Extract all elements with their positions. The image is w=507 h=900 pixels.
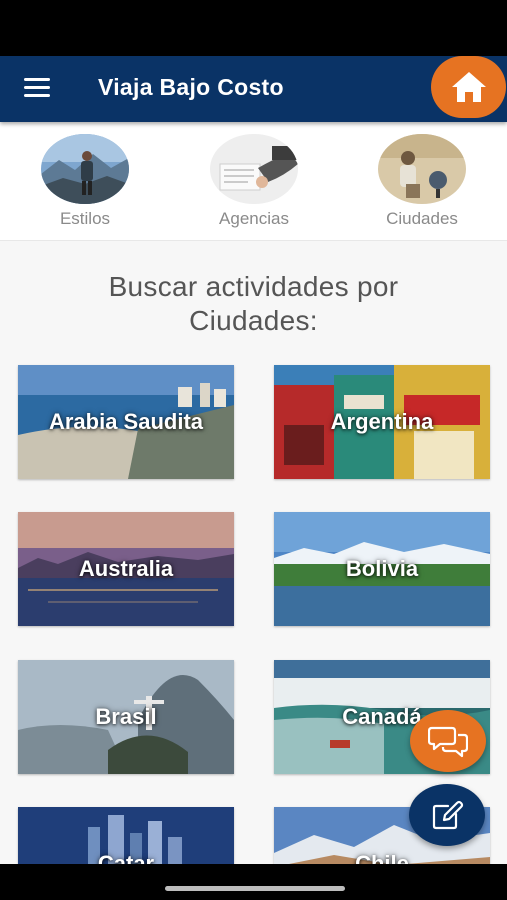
city-name: Bolivia bbox=[345, 556, 419, 581]
edit-button[interactable] bbox=[409, 784, 485, 846]
home-gesture-handle[interactable] bbox=[165, 886, 345, 891]
city-tile-argentina[interactable]: Argentina bbox=[274, 365, 490, 479]
city-name: Argentina bbox=[330, 409, 434, 434]
edit-icon bbox=[432, 800, 464, 830]
estilos-avatar bbox=[41, 134, 129, 204]
home-button[interactable] bbox=[431, 56, 506, 118]
city-name: Catar bbox=[97, 851, 155, 864]
category-label: Agencias bbox=[219, 209, 289, 228]
city-tile-australia[interactable]: Australia bbox=[18, 512, 234, 626]
city-tile-arabia-saudita[interactable]: Arabia Saudita bbox=[18, 365, 234, 479]
chat-button[interactable] bbox=[410, 710, 486, 772]
app-bar: Viaja Bajo Costo bbox=[0, 56, 507, 122]
city-name: Australia bbox=[78, 556, 174, 581]
city-tile-catar[interactable]: Catar bbox=[18, 807, 234, 864]
category-label: Estilos bbox=[59, 209, 111, 228]
section-title-line: Buscar actividades por bbox=[108, 271, 399, 302]
section-title: Buscar actividades por Ciudades: bbox=[0, 270, 507, 338]
ciudades-avatar bbox=[378, 134, 466, 204]
menu-icon-line bbox=[24, 78, 50, 81]
chat-icon bbox=[428, 726, 468, 758]
city-tile-brasil[interactable]: Brasil bbox=[18, 660, 234, 774]
menu-icon-line bbox=[24, 94, 50, 97]
city-name: Arabia Saudita bbox=[48, 409, 204, 434]
section-title-line: Ciudades: bbox=[189, 305, 318, 336]
status-bar bbox=[0, 0, 507, 56]
app-title: Viaja Bajo Costo bbox=[98, 74, 284, 100]
category-ciudades[interactable]: Ciudades bbox=[367, 134, 477, 229]
home-icon bbox=[451, 72, 486, 102]
menu-icon-line bbox=[24, 86, 50, 89]
category-agencias[interactable]: Agencias bbox=[199, 134, 309, 229]
system-nav-bar bbox=[0, 864, 507, 900]
agencias-avatar bbox=[210, 134, 298, 204]
city-name: Brasil bbox=[95, 704, 157, 729]
city-tile-bolivia[interactable]: Bolivia bbox=[274, 512, 490, 626]
category-estilos[interactable]: Estilos bbox=[30, 134, 140, 229]
category-bar: Estilos Agencias Ciudades bbox=[0, 122, 507, 241]
menu-button[interactable] bbox=[24, 78, 52, 100]
category-label: Ciudades bbox=[386, 209, 458, 228]
